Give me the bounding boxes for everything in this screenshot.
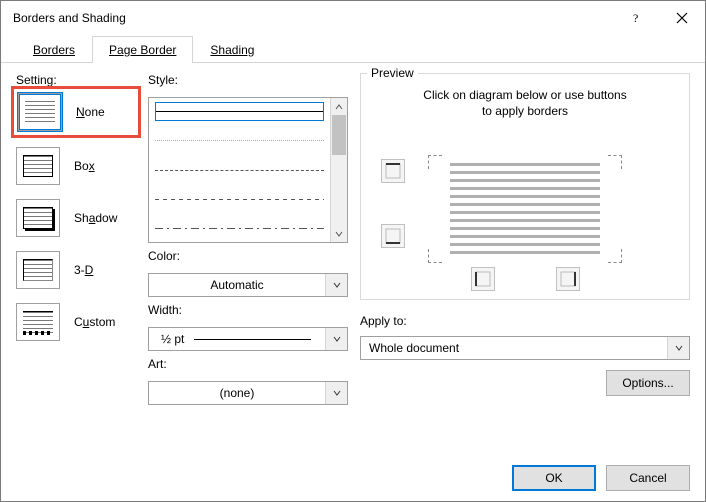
ok-button[interactable]: OK [512,465,596,491]
art-value: (none) [149,386,325,400]
corner-br-icon [608,249,622,263]
titlebar: Borders and Shading ? [1,1,705,35]
scroll-track[interactable] [331,115,347,225]
setting-shadow-thumb [16,199,60,237]
help-button[interactable]: ? [613,1,659,35]
setting-3d-thumb [16,251,60,289]
scroll-up-icon[interactable] [331,98,347,115]
scroll-thumb[interactable] [332,115,346,155]
preview-diagram[interactable] [371,129,679,289]
dialog-body: Setting: None Box Shadow 3-D [1,63,705,455]
setting-custom-label: Custom [74,315,115,329]
apply-combo[interactable]: Whole document [360,336,690,360]
tab-strip: Borders Page Border Shading [1,35,705,63]
style-list [149,98,330,242]
style-dashed-short[interactable] [155,190,324,209]
corner-tl-icon [428,155,442,169]
setting-label: Setting: [16,73,136,87]
width-combo[interactable]: ½ pt [148,327,348,351]
width-value: ½ pt [149,332,325,346]
style-listbox[interactable] [148,97,348,243]
border-top-button[interactable] [381,159,405,183]
setting-box-thumb [16,147,60,185]
preview-fieldset: Preview Click on diagram below or use bu… [360,73,690,300]
border-bottom-button[interactable] [381,224,405,248]
art-drop-icon[interactable] [325,382,347,404]
apply-label: Apply to: [360,314,690,328]
setting-custom-thumb [16,303,60,341]
color-drop-icon[interactable] [325,274,347,296]
dialog-borders-and-shading: Borders and Shading ? Borders Page Borde… [0,0,706,502]
setting-box[interactable]: Box [16,147,136,185]
tab-page-border[interactable]: Page Border [92,36,193,63]
close-button[interactable] [659,1,705,35]
setting-3d[interactable]: 3-D [16,251,136,289]
preview-hint: Click on diagram below or use buttonsto … [371,88,679,119]
color-value: Automatic [149,278,325,292]
options-row: Options... [360,370,690,396]
dialog-footer: OK Cancel [1,455,705,501]
apply-value: Whole document [361,341,667,355]
style-dashed-med[interactable] [155,160,324,179]
setting-column: Setting: None Box Shadow 3-D [16,73,136,455]
setting-list: None Box Shadow 3-D Custom [16,91,136,341]
style-column: Style: Color: Automatic [148,73,348,455]
page-preview[interactable] [450,159,600,259]
corner-tr-icon [608,155,622,169]
apply-drop-icon[interactable] [667,337,689,359]
page-lines-icon [450,163,600,255]
corner-bl-icon [428,249,442,263]
apply-row: Apply to: Whole document [360,314,690,360]
color-label: Color: [148,249,348,263]
border-left-button[interactable] [471,267,495,291]
preview-column: Preview Click on diagram below or use bu… [360,73,690,455]
style-dash-dot[interactable] [155,219,324,238]
tab-shading[interactable]: Shading [193,36,271,63]
setting-box-label: Box [74,159,95,173]
width-label: Width: [148,303,348,317]
setting-none-thumb [18,93,62,131]
scroll-down-icon[interactable] [331,225,347,242]
setting-none[interactable]: None [16,91,136,133]
width-drop-icon[interactable] [325,328,347,350]
setting-custom[interactable]: Custom [16,303,136,341]
style-scrollbar[interactable] [330,98,347,242]
setting-shadow[interactable]: Shadow [16,199,136,237]
setting-shadow-label: Shadow [74,211,117,225]
style-label: Style: [148,73,348,87]
border-right-button[interactable] [556,267,580,291]
setting-none-label: None [76,105,105,119]
cancel-button[interactable]: Cancel [606,465,690,491]
style-solid[interactable] [155,102,324,121]
svg-text:?: ? [633,12,638,24]
art-combo[interactable]: (none) [148,381,348,405]
setting-3d-label: 3-D [74,263,93,277]
preview-legend: Preview [367,66,418,80]
color-combo[interactable]: Automatic [148,273,348,297]
tab-borders[interactable]: Borders [16,36,92,63]
window-title: Borders and Shading [13,11,613,25]
style-dotted-fine[interactable] [155,131,324,150]
art-label: Art: [148,357,348,371]
options-button[interactable]: Options... [606,370,690,396]
